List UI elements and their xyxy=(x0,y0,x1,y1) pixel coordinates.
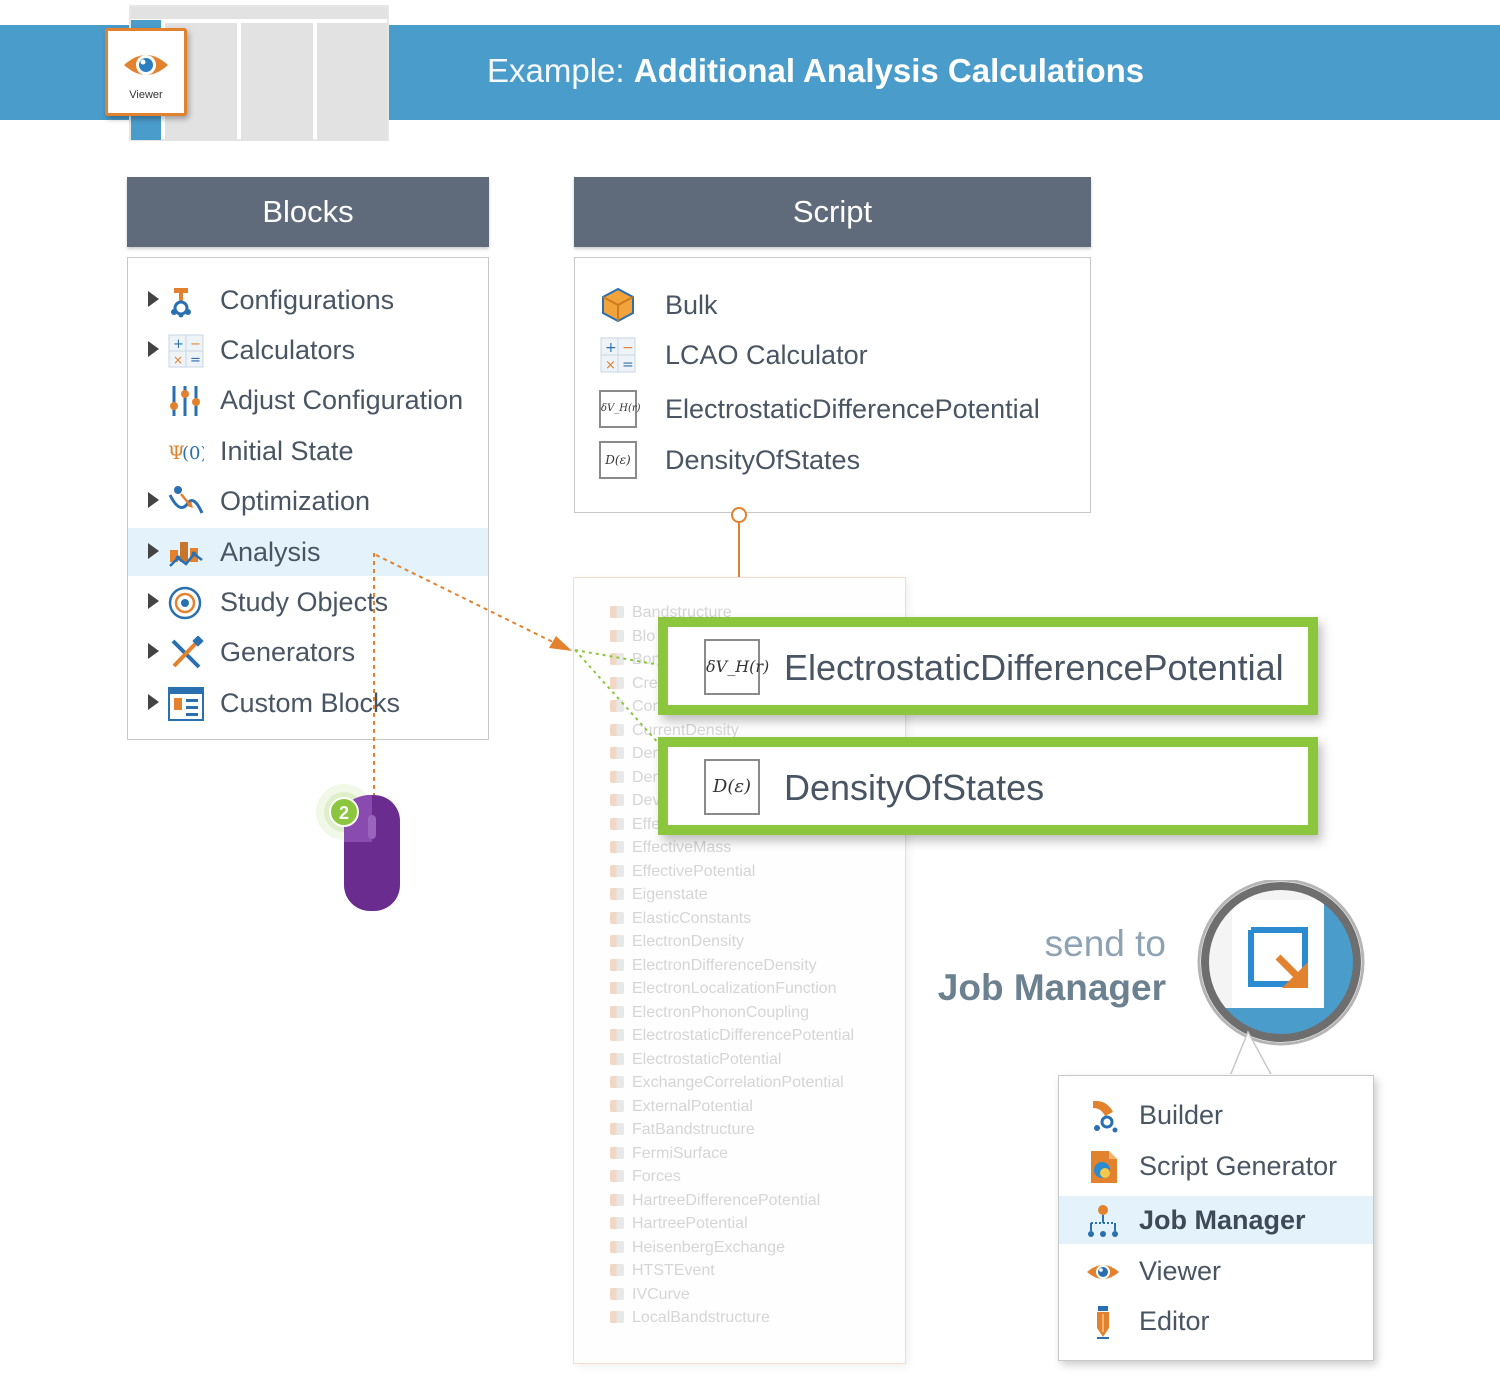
highlighted-block-label: ElectrostaticDifferencePotential xyxy=(784,647,1284,688)
app-item-editor[interactable]: Editor xyxy=(1059,1297,1373,1345)
click-step-badge: 2 xyxy=(339,803,349,823)
app-item-viewer[interactable]: Viewer xyxy=(1059,1247,1373,1295)
mouse-icon: 2 xyxy=(316,784,400,911)
app-item-label: Job Manager xyxy=(1139,1205,1306,1235)
highlighted-block-density-of-states[interactable]: D(ε) DensityOfStates xyxy=(658,737,1318,835)
app-item-label: Viewer xyxy=(1139,1256,1222,1286)
highlighted-block-electrostatic-difference-potential[interactable]: δV_H(r) ElectrostaticDifferencePotential xyxy=(658,617,1318,715)
app-item-builder[interactable]: Builder xyxy=(1059,1091,1373,1139)
formula-icon: δV_H(r) xyxy=(704,639,769,695)
builder-icon xyxy=(1093,1100,1118,1133)
formula-text: D(ε) xyxy=(712,776,752,797)
selection-guide-line xyxy=(574,649,661,666)
highlighted-block-label: DensityOfStates xyxy=(784,767,1045,808)
eye-icon xyxy=(1087,1265,1119,1279)
formula-icon: D(ε) xyxy=(704,759,760,815)
app-item-label: Script Generator xyxy=(1139,1151,1338,1181)
job-manager-icon xyxy=(1088,1205,1118,1237)
script-generator-icon xyxy=(1091,1151,1117,1183)
app-item-label: Editor xyxy=(1139,1306,1210,1336)
selection-guide-line xyxy=(574,649,661,746)
app-item-script-generator[interactable]: Script Generator xyxy=(1059,1142,1373,1190)
app-item-job-manager[interactable]: Job Manager xyxy=(1059,1196,1373,1244)
send-to-target: Job Manager xyxy=(937,967,1166,1008)
send-to-caption: send to xyxy=(1044,923,1166,964)
app-item-label: Builder xyxy=(1139,1100,1224,1130)
callout-pointer xyxy=(1228,1030,1278,1078)
formula-text: δV_H(r) xyxy=(706,657,770,676)
app-launcher-menu: Builder Script Generator Job Manager Vie… xyxy=(1058,1075,1374,1361)
editor-icon xyxy=(1097,1306,1109,1339)
magnifier-icon xyxy=(1197,880,1365,1046)
arrowhead-icon xyxy=(549,636,572,651)
drag-path-arrow xyxy=(375,554,566,649)
